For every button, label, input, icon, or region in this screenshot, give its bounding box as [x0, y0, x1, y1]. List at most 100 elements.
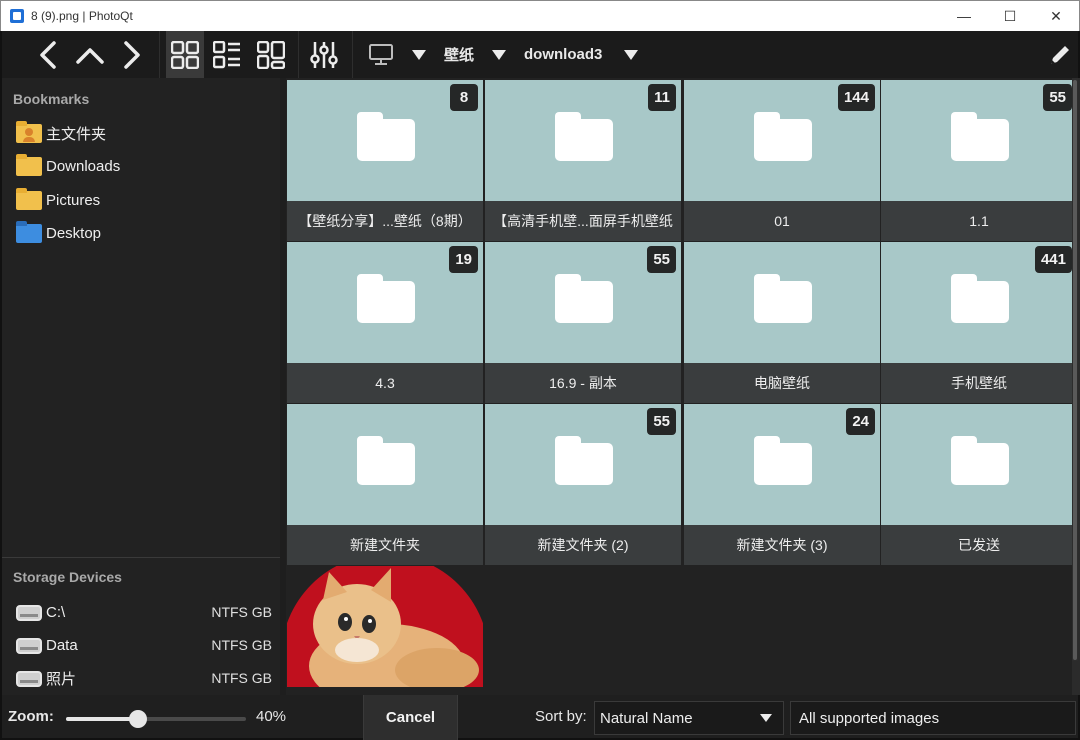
breadcrumb-item[interactable]: 壁纸 — [444, 31, 474, 78]
sort-value: Natural Name — [600, 709, 693, 727]
maximize-button[interactable]: ☐ — [987, 1, 1033, 31]
toolbar-separator — [298, 31, 299, 78]
zoom-label: Zoom: — [8, 708, 54, 725]
device-item-photos[interactable]: 照片 NTFS GB — [14, 663, 276, 693]
desktop-folder-icon — [14, 221, 44, 245]
file-grid: 8 【壁纸分享】...壁纸（8期） 11 【高清手机壁...面屏手机壁纸 144… — [286, 78, 1072, 695]
folder-name: 【高清手机壁...面屏手机壁纸 — [485, 201, 681, 241]
home-folder-icon — [14, 121, 44, 145]
folder-icon — [14, 154, 44, 178]
folder-name: 4.3 — [287, 363, 483, 403]
folder-tile[interactable]: 55 16.9 - 副本 — [485, 242, 681, 403]
folder-name: 新建文件夹 (2) — [485, 525, 681, 565]
drive-icon — [14, 600, 44, 624]
device-item-c[interactable]: C:\ NTFS GB — [14, 597, 276, 627]
file-count-badge: 24 — [846, 408, 875, 435]
file-count-badge: 55 — [647, 246, 676, 273]
file-count-badge: 144 — [837, 84, 875, 111]
grid-view-button[interactable] — [166, 31, 204, 78]
list-view-button[interactable] — [208, 31, 246, 78]
folder-name: 新建文件夹 — [287, 525, 483, 565]
grid-scrollbar[interactable] — [1072, 78, 1078, 661]
device-info: NTFS GB — [211, 604, 272, 620]
drive-icon — [14, 633, 44, 657]
folder-tile[interactable]: 19 4.3 — [287, 242, 483, 403]
sort-select[interactable]: Natural Name — [594, 701, 784, 735]
folder-icon — [357, 274, 415, 323]
bookmark-item-desktop[interactable]: Desktop — [14, 218, 276, 248]
device-label: Data — [46, 636, 78, 654]
settings-button[interactable] — [304, 31, 344, 78]
folder-name: 手机壁纸 — [881, 363, 1072, 403]
computer-button[interactable] — [364, 31, 398, 78]
window-controls: — ☐ ✕ — [941, 1, 1079, 31]
chevron-down-icon — [412, 49, 426, 60]
folder-tile[interactable]: 441 手机壁纸 — [881, 242, 1072, 403]
folder-tile[interactable]: 55 1.1 — [881, 80, 1072, 241]
photoqt-app-icon — [10, 9, 24, 23]
computer-icon — [369, 43, 393, 65]
scrollbar-thumb[interactable] — [1073, 80, 1077, 660]
folder-tile[interactable]: 24 新建文件夹 (3) — [684, 404, 880, 565]
filter-value: All supported images — [799, 709, 940, 727]
cancel-button[interactable]: Cancel — [363, 695, 458, 740]
minimize-button[interactable]: — — [941, 1, 987, 31]
breadcrumb-dropdown-button[interactable] — [618, 31, 644, 78]
edit-path-icon — [1051, 45, 1069, 64]
bookmarks-heading: Bookmarks — [13, 91, 90, 107]
file-count-badge: 55 — [1043, 84, 1072, 111]
file-dialog-toolbar: 壁纸 download3 — [0, 31, 1080, 78]
bookmark-item-pictures[interactable]: Pictures — [14, 185, 276, 215]
device-info: NTFS GB — [211, 670, 272, 686]
bookmark-label: Downloads — [46, 157, 121, 175]
file-count-badge: 8 — [450, 84, 478, 111]
zoom-value: 40% — [256, 708, 287, 725]
folder-tile[interactable]: 11 【高清手机壁...面屏手机壁纸 — [485, 80, 681, 241]
list-view-icon — [213, 40, 240, 68]
folder-tile[interactable]: 电脑壁纸 — [684, 242, 880, 403]
zoom-slider-handle[interactable] — [129, 710, 147, 728]
cat-image — [287, 566, 483, 687]
breadcrumb-dropdown-button[interactable] — [486, 31, 512, 78]
folder-tile[interactable]: 8 【壁纸分享】...壁纸（8期） — [287, 80, 483, 241]
chevron-down-icon — [492, 49, 506, 60]
up-button[interactable] — [72, 31, 108, 78]
edit-path-button[interactable] — [1042, 31, 1078, 78]
device-label: 照片 — [46, 670, 77, 688]
masonry-view-button[interactable] — [252, 31, 290, 78]
sidebar: Bookmarks 主文件夹 Downloads Pictures Deskto… — [0, 78, 280, 695]
file-count-badge: 441 — [1034, 246, 1072, 273]
back-button[interactable] — [32, 31, 64, 78]
folder-tile[interactable]: 55 新建文件夹 (2) — [485, 404, 681, 565]
file-count-badge: 55 — [647, 408, 676, 435]
file-count-badge: 11 — [648, 84, 676, 111]
window-title: 8 (9).png | PhotoQt — [31, 9, 133, 23]
forward-button[interactable] — [116, 31, 148, 78]
folder-tile[interactable]: 已发送 — [881, 404, 1072, 565]
device-item-data[interactable]: Data NTFS GB — [14, 630, 276, 660]
folder-tile[interactable]: 144 01 — [684, 80, 880, 241]
folder-icon — [357, 436, 415, 485]
bookmark-item-home[interactable]: 主文件夹 — [14, 118, 276, 148]
folder-name: 新建文件夹 (3) — [684, 525, 880, 565]
storage-devices-heading: Storage Devices — [13, 569, 122, 585]
image-thumbnail[interactable] — [287, 566, 483, 687]
computer-dropdown-button[interactable] — [406, 31, 432, 78]
breadcrumb-item[interactable]: download3 — [524, 31, 602, 78]
forward-icon — [124, 40, 140, 69]
sidebar-divider — [2, 557, 280, 558]
bookmark-item-downloads[interactable]: Downloads — [14, 151, 276, 181]
folder-name: 16.9 - 副本 — [485, 363, 681, 403]
back-icon — [40, 40, 56, 69]
device-label: C:\ — [46, 603, 66, 621]
chevron-down-icon — [760, 714, 772, 722]
file-type-filter[interactable]: All supported images — [790, 701, 1076, 735]
bottom-bar: Zoom: 40% Cancel Sort by: Natural Name A… — [0, 695, 1080, 740]
chevron-down-icon — [624, 49, 638, 60]
folder-name: 【壁纸分享】...壁纸（8期） — [287, 201, 483, 241]
folder-tile[interactable]: 新建文件夹 — [287, 404, 483, 565]
close-button[interactable]: ✕ — [1033, 1, 1079, 31]
folder-icon — [555, 112, 613, 161]
zoom-slider[interactable] — [66, 717, 246, 721]
folder-icon — [951, 112, 1009, 161]
